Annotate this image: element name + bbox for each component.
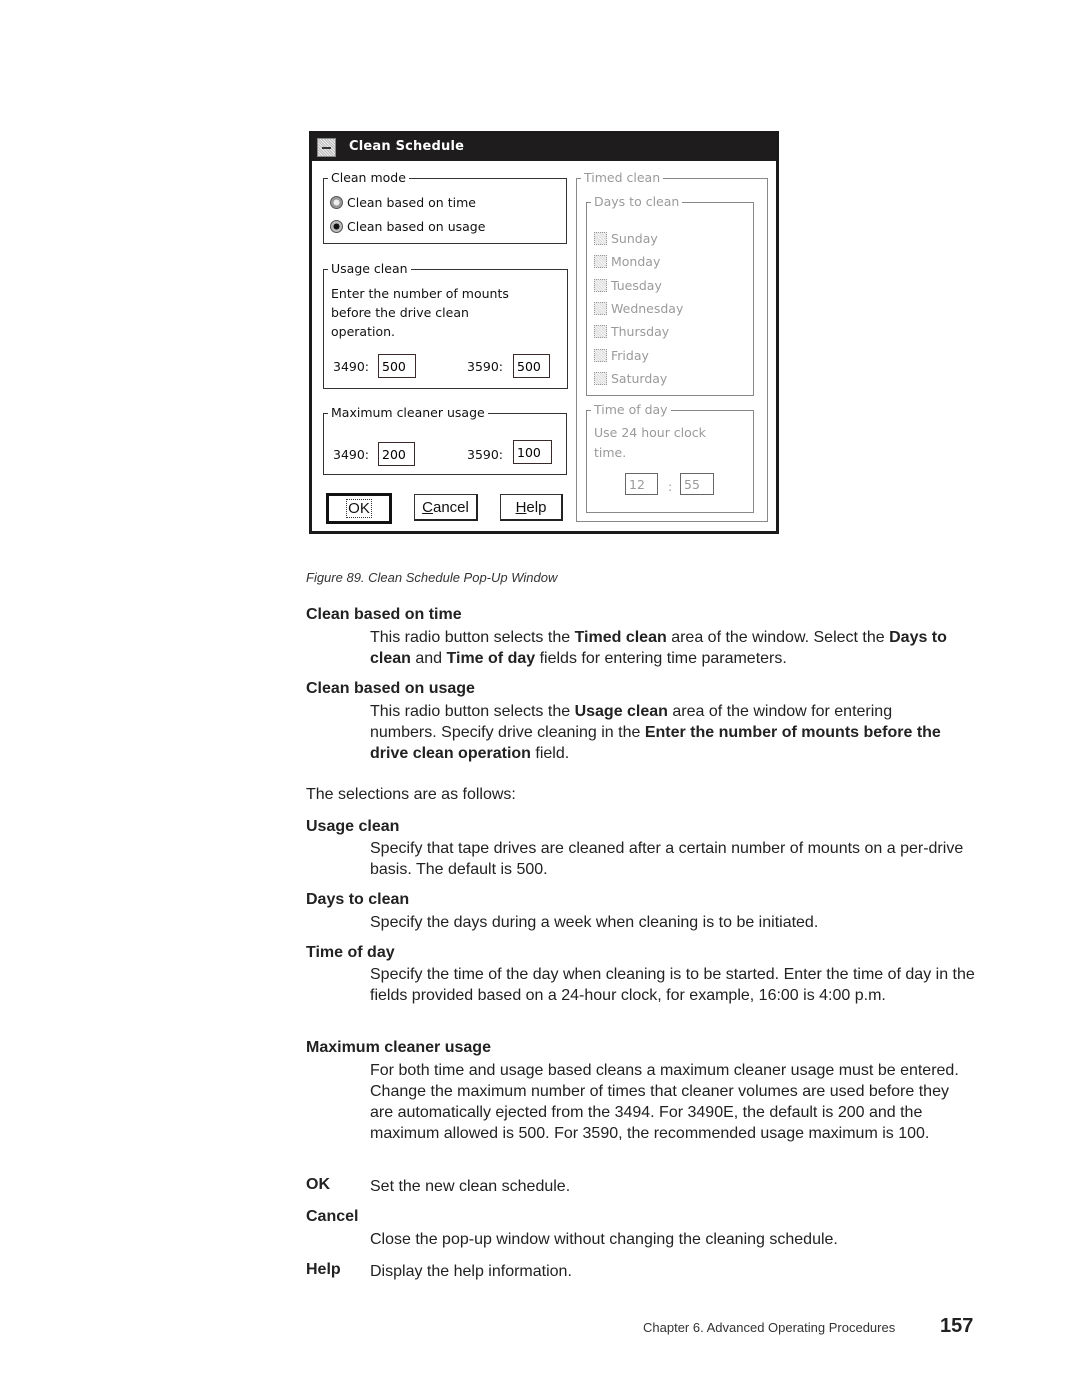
desc-help: Display the help information. [370,1263,572,1280]
max-3590-input[interactable] [513,440,552,464]
usage-3590-label: 3590: [467,359,504,374]
usage-3490-label: 3490: [333,359,370,374]
usage-clean-label: Usage clean [328,261,411,277]
desc-clean-based-on-usage: This radio button selects the Usage clea… [370,703,941,762]
term-days-to-clean: Days to clean [306,891,410,908]
page-number: 157 [940,1315,974,1337]
cancel-button[interactable]: Cancel [414,494,478,521]
checkbox-icon [594,349,607,362]
usage-instructions-line2: before the drive clean [331,305,469,320]
radio-selected-icon [330,220,343,233]
time-hint-line2: time. [594,445,627,460]
system-menu-icon[interactable] [317,138,336,157]
selections-intro: The selections are as follows: [306,786,516,803]
term-ok: OK [306,1176,330,1193]
radio-clean-based-on-usage[interactable]: Clean based on usage [330,219,485,234]
chapter-footer: Chapter 6. Advanced Operating Procedures [643,1320,896,1335]
max-cleaner-usage-group: Maximum cleaner usage 3490: 3590: [323,405,567,475]
help-mnemonic: H [515,498,527,516]
term-maximum-cleaner-usage: Maximum cleaner usage [306,1039,491,1056]
days-to-clean-label: Days to clean [591,194,683,210]
checkbox-label: Tuesday [611,278,662,293]
checkbox-icon [594,232,607,245]
figure-caption: Figure 89. Clean Schedule Pop-Up Window [306,570,558,585]
usage-instructions-line1: Enter the number of mounts [331,286,509,301]
window-title: Clean Schedule [349,139,465,154]
checkbox-label: Wednesday [611,301,684,316]
checkbox-label: Saturday [611,371,668,386]
minute-input[interactable] [680,473,714,495]
checkbox-label: Friday [611,348,649,363]
title-bar: Clean Schedule [312,134,776,161]
checkbox-icon [594,279,607,292]
time-hint-line1: Use 24 hour clock [594,425,706,440]
time-of-day-group: Time of day Use 24 hour clock time. : [586,402,754,513]
checkbox-icon [594,302,607,315]
max-cleaner-usage-label: Maximum cleaner usage [328,405,488,421]
checkbox-icon [594,325,607,338]
ok-button[interactable]: OK [326,493,392,524]
checkbox-thursday[interactable]: Thursday [594,324,669,339]
ok-button-label: OK [346,499,372,518]
term-clean-based-on-usage: Clean based on usage [306,680,475,697]
clean-mode-label: Clean mode [328,170,409,186]
desc-usage-clean: Specify that tape drives are cleaned aft… [370,840,964,878]
desc-cancel: Close the pop-up window without changing… [370,1231,838,1248]
timed-clean-label: Timed clean [581,170,664,186]
timed-clean-group: Timed clean Days to clean Sunday Monday … [576,170,768,522]
time-separator: : [668,479,673,494]
max-3590-label: 3590: [467,447,504,462]
max-3490-input[interactable] [378,442,415,466]
desc-clean-based-on-time: This radio button selects the Timed clea… [370,629,947,667]
desc-maximum-cleaner-usage: For both time and usage based cleans a m… [370,1062,959,1142]
radio-clean-based-on-time[interactable]: Clean based on time [330,195,476,210]
cancel-label-rest: ancel [432,498,469,516]
checkbox-saturday[interactable]: Saturday [594,371,667,386]
help-button-label: Help [516,499,547,516]
checkbox-friday[interactable]: Friday [594,348,649,363]
desc-days-to-clean: Specify the days during a week when clea… [370,914,819,931]
checkbox-icon [594,372,607,385]
usage-3590-input[interactable] [513,354,550,378]
max-3490-label: 3490: [333,447,370,462]
checkbox-icon [594,255,607,268]
radio-unselected-icon [330,196,343,209]
desc-time-of-day: Specify the time of the day when cleanin… [370,966,975,1004]
usage-3490-input[interactable] [378,354,416,378]
checkbox-tuesday[interactable]: Tuesday [594,278,662,293]
cancel-button-label: Cancel [422,499,469,516]
checkbox-monday[interactable]: Monday [594,254,660,269]
term-usage-clean: Usage clean [306,818,400,835]
cancel-mnemonic: C [422,498,433,516]
help-label-rest: elp [526,498,547,516]
term-help: Help [306,1261,341,1278]
checkbox-label: Thursday [611,324,670,339]
clean-mode-group: Clean mode Clean based on time Clean bas… [323,170,567,244]
usage-clean-group: Usage clean Enter the number of mounts b… [323,261,568,389]
radio-label: Clean based on usage [347,219,486,234]
term-cancel: Cancel [306,1208,359,1225]
checkbox-label: Monday [611,254,661,269]
usage-instructions-line3: operation. [331,324,395,339]
days-to-clean-group: Days to clean Sunday Monday Tuesday Wedn… [586,194,754,396]
hour-input[interactable] [625,473,658,495]
checkbox-wednesday[interactable]: Wednesday [594,301,683,316]
term-time-of-day: Time of day [306,944,395,961]
term-clean-based-on-time: Clean based on time [306,606,462,623]
help-button[interactable]: Help [500,494,563,521]
desc-ok: Set the new clean schedule. [370,1178,571,1195]
time-of-day-label: Time of day [591,402,671,418]
checkbox-label: Sunday [611,231,658,246]
clean-schedule-window: Clean Schedule Clean mode Clean based on… [309,131,779,534]
checkbox-sunday[interactable]: Sunday [594,231,658,246]
radio-label: Clean based on time [347,195,476,210]
